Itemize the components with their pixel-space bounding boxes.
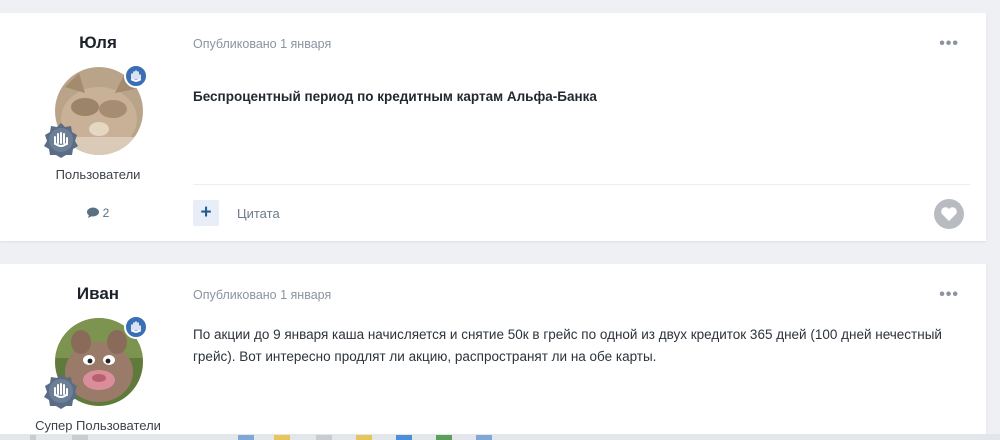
comment-icon — [86, 207, 99, 218]
taskbar-icon[interactable] — [436, 435, 452, 440]
author-group: Пользователи — [55, 167, 141, 182]
post-card: Иван Супер Пользователи Опубликовано 1 я… — [0, 264, 986, 440]
taskbar-icon[interactable] — [356, 435, 372, 440]
taskbar-icon[interactable] — [238, 435, 254, 440]
post-text: Беспроцентный период по кредитным картам… — [193, 89, 597, 104]
multiquote-button[interactable]: + — [193, 200, 219, 226]
more-icon[interactable]: ••• — [939, 35, 959, 53]
post-text: По акции до 9 января каша начисляется и … — [193, 327, 942, 364]
author-group: Супер Пользователи — [35, 418, 161, 433]
hand-badge-icon — [124, 315, 148, 339]
author-post-count[interactable]: 2 — [0, 206, 196, 220]
reputation-badge-icon — [43, 122, 79, 158]
taskbar — [0, 434, 1000, 440]
post-count-value: 2 — [102, 206, 110, 220]
post-meta[interactable]: Опубликовано 1 января — [193, 37, 331, 51]
taskbar-icon[interactable] — [316, 435, 332, 440]
divider — [193, 184, 970, 185]
quote-button[interactable]: Цитата — [237, 206, 280, 221]
taskbar-icon[interactable] — [30, 435, 36, 440]
taskbar-icon[interactable] — [476, 435, 492, 440]
taskbar-icon[interactable] — [396, 435, 412, 440]
author-name[interactable]: Юля — [0, 33, 196, 53]
more-icon[interactable]: ••• — [939, 286, 959, 304]
taskbar-icon[interactable] — [72, 435, 88, 440]
post-meta[interactable]: Опубликовано 1 января — [193, 288, 331, 302]
reputation-badge-icon — [43, 373, 79, 409]
hand-badge-icon — [124, 64, 148, 88]
heart-icon — [941, 207, 957, 221]
like-button[interactable] — [934, 199, 964, 229]
author-name[interactable]: Иван — [0, 284, 196, 304]
taskbar-icon[interactable] — [274, 435, 290, 440]
post-card: Юля Пользователи 2 Опубликовано 1 января… — [0, 13, 986, 241]
